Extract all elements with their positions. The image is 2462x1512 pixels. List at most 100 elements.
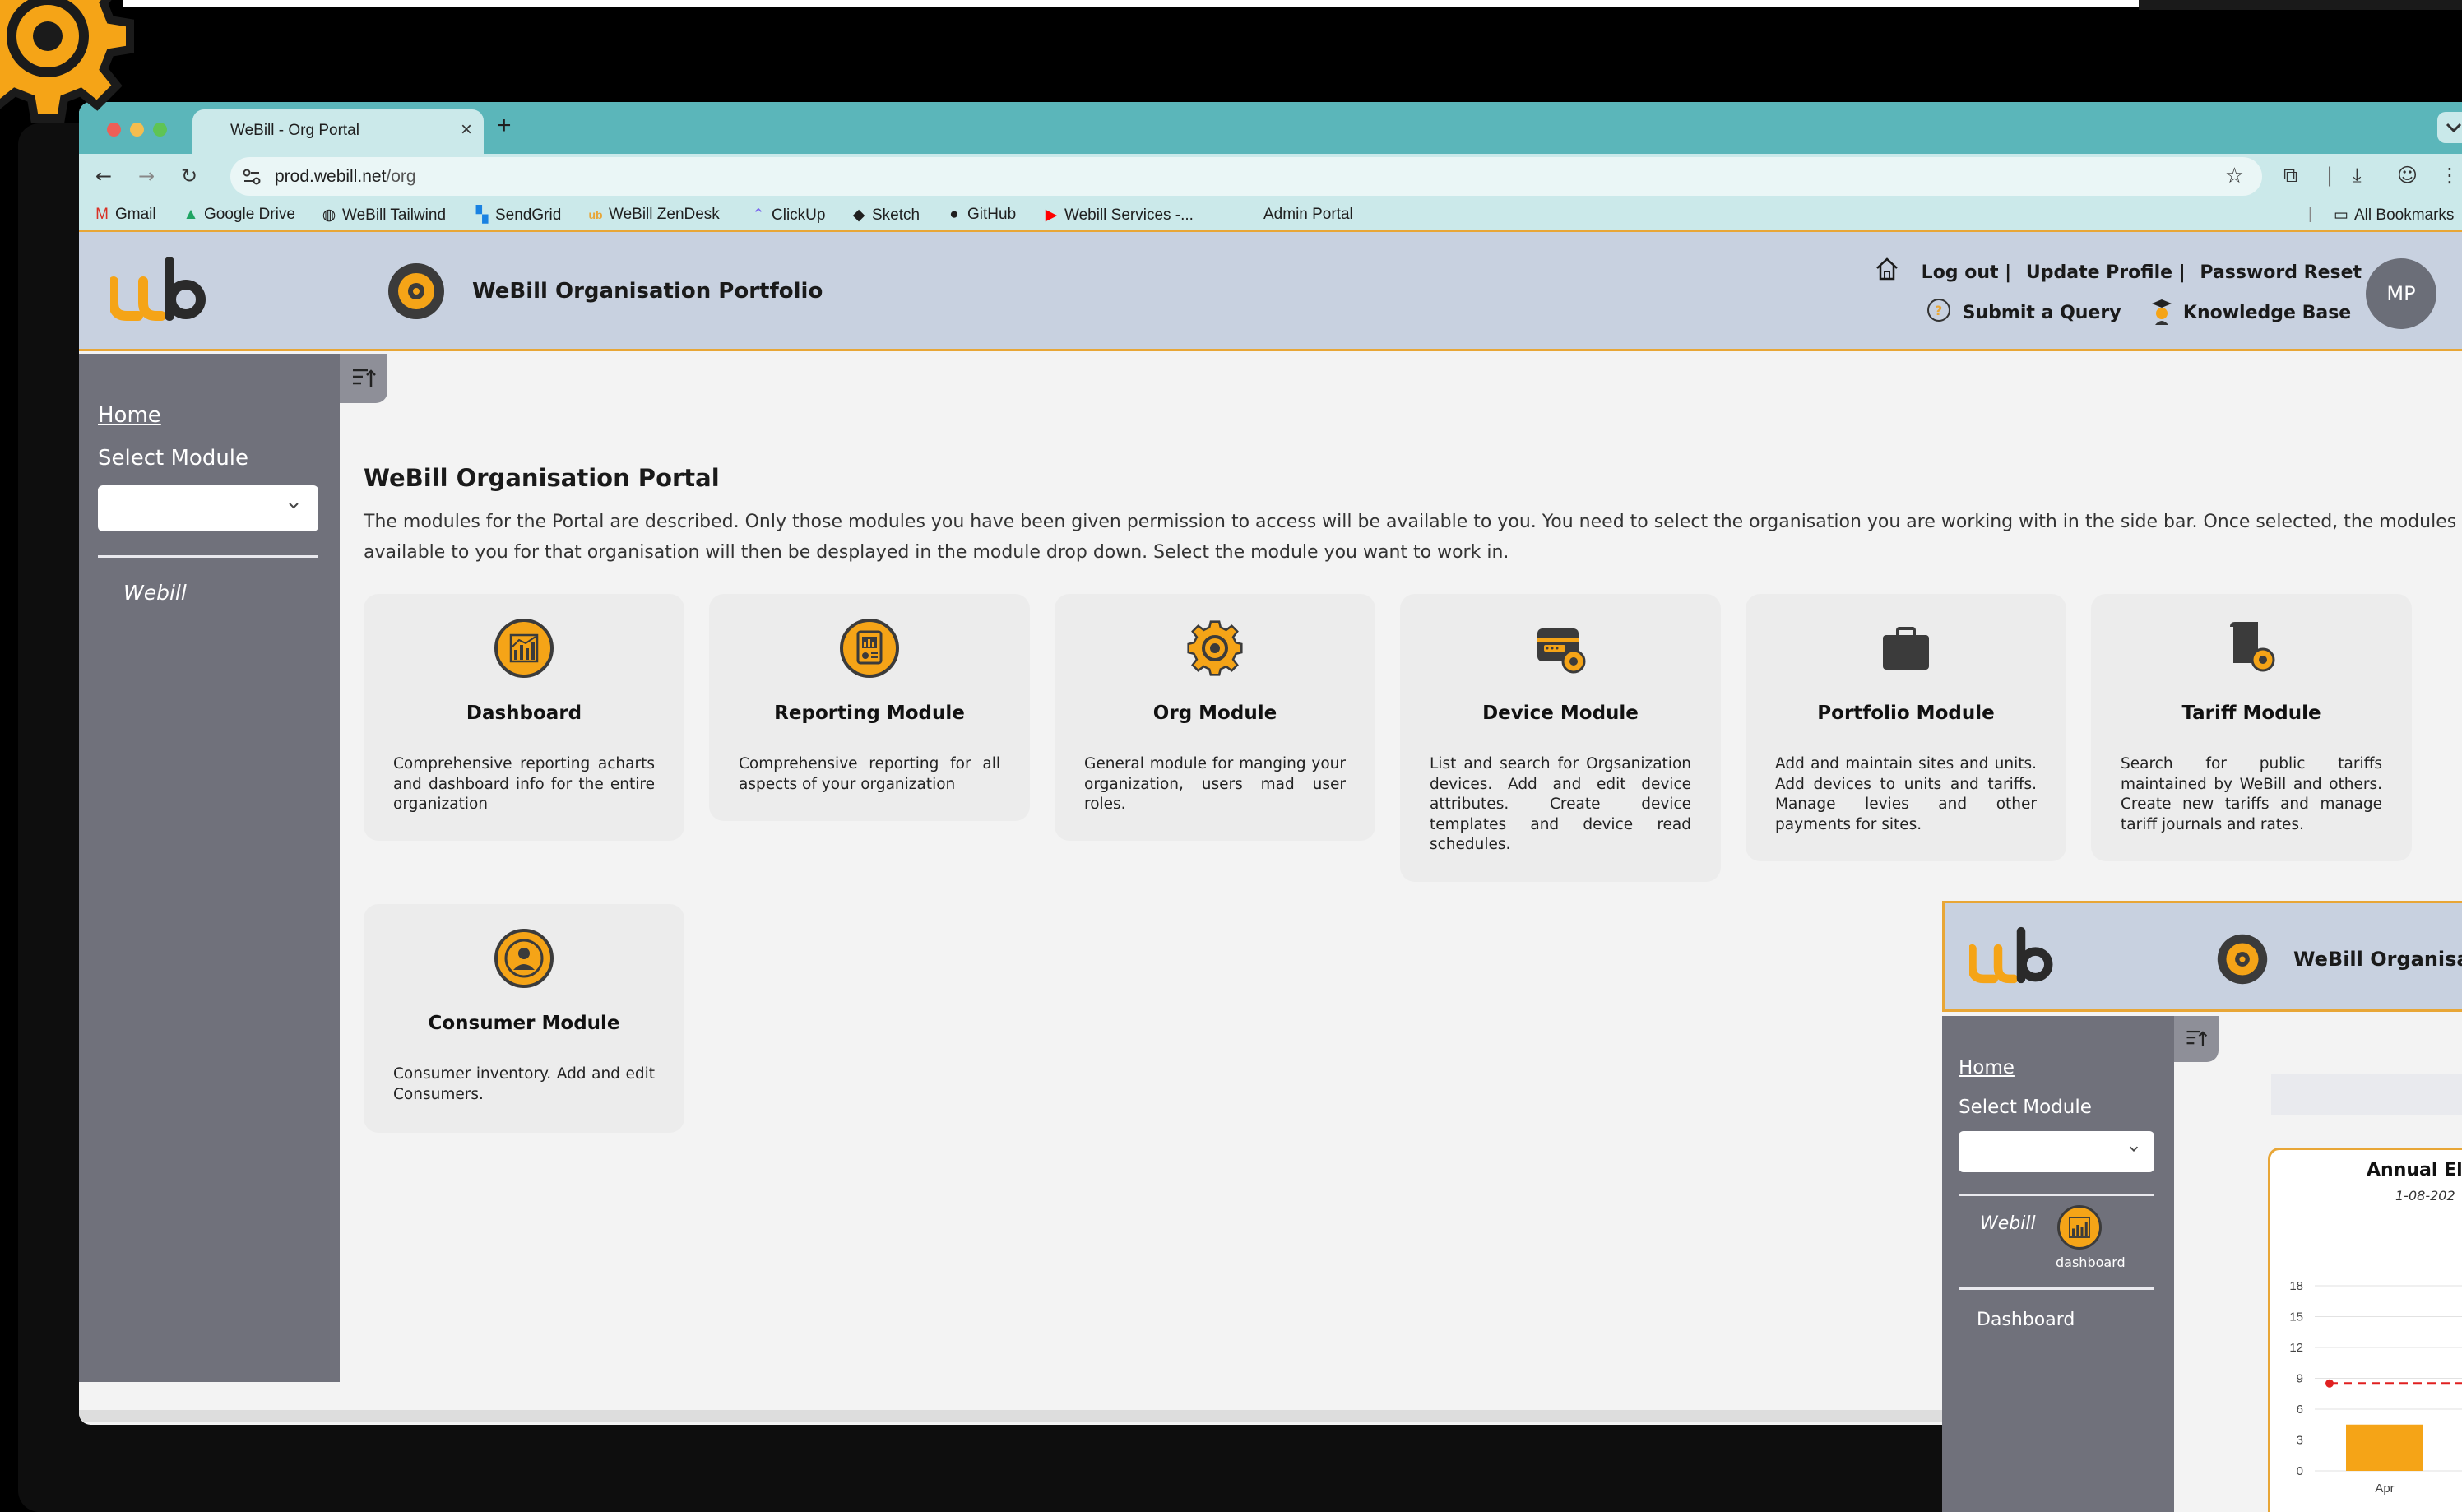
- briefcase-icon: [1883, 627, 1929, 670]
- bookmark-sendgrid[interactable]: ▚ SendGrid: [474, 206, 562, 225]
- browser-toolbar: ← → ↻ prod.webill.net/org ☆ ⧉ | ⤓ ☺ ⋮: [79, 154, 2462, 199]
- webill-logo: [1969, 926, 2053, 984]
- avatar[interactable]: MP: [2366, 258, 2436, 329]
- password-reset-link[interactable]: Password Reset: [2200, 262, 2362, 283]
- module-card-portfolio[interactable]: Portfolio Module Add and maintain sites …: [1746, 594, 2066, 861]
- address-bar[interactable]: prod.webill.net/org ☆: [230, 157, 2262, 196]
- chart-bar: [2346, 1424, 2423, 1471]
- chevron-down-icon: [2129, 1146, 2139, 1152]
- bookmark-github[interactable]: ● GitHub: [946, 206, 1016, 224]
- module-card-tariff[interactable]: Tariff Module Search for public tariffs …: [2091, 594, 2412, 861]
- device-settings-icon: [1537, 628, 1586, 674]
- kebab-menu-icon[interactable]: ⋮: [2440, 164, 2460, 187]
- tab-close-icon[interactable]: ×: [461, 118, 472, 141]
- bookmarks-bar: M Gmail ▲ Google Drive ◍ WeBill Tailwind ▚ S…: [79, 199, 2462, 232]
- tab-bar: WeBill - Org Portal × +: [79, 102, 2462, 154]
- clickup-icon: ⌃: [752, 206, 765, 224]
- bookmark-admin-portal[interactable]: Admin Portal: [1263, 206, 1353, 224]
- bookmarks-divider: |: [2308, 206, 2312, 223]
- module-title: Org Module: [1152, 703, 1277, 724]
- preview-collapse-button[interactable]: [2174, 1016, 2219, 1062]
- query-bubble-icon[interactable]: ?: [1925, 297, 1953, 325]
- zoom-window-button[interactable]: [153, 123, 167, 137]
- youtube-icon: ▶: [1045, 206, 1058, 224]
- dashboard-chart-icon[interactable]: [2057, 1205, 2102, 1250]
- chevron-down-icon: [289, 503, 299, 509]
- bookmark-webill-tailwind[interactable]: ◍ WeBill Tailwind: [321, 206, 446, 225]
- bookmark-webill-services[interactable]: ▶ Webill Services -...: [1043, 206, 1194, 225]
- preview-sidebar-item-webill[interactable]: Webill: [1980, 1213, 2036, 1234]
- graduate-icon[interactable]: [2150, 297, 2173, 325]
- sidebar-item-webill[interactable]: Webill: [123, 581, 187, 605]
- preview-home-link[interactable]: Home: [1959, 1057, 2015, 1078]
- header-links-row2: ? Submit a Query Knowledge Base: [1925, 297, 2351, 325]
- portfolio-gear-icon: [2217, 934, 2268, 985]
- portfolio-gear-icon: [388, 263, 444, 319]
- bookmark-google-drive[interactable]: ▲ Google Drive: [183, 206, 295, 224]
- preview-menu-dashboard[interactable]: Dashboard: [1977, 1310, 2075, 1330]
- download-icon[interactable]: ⤓: [2353, 164, 2362, 187]
- module-select[interactable]: [98, 485, 318, 531]
- forward-arrow-icon[interactable]: →: [138, 165, 155, 188]
- logout-link[interactable]: Log out |: [1922, 262, 2012, 283]
- page-description: The modules for the Portal are described…: [364, 512, 2457, 563]
- tab-search-button[interactable]: [2437, 112, 2462, 143]
- new-tab-button[interactable]: +: [497, 112, 512, 140]
- module-card-dashboard[interactable]: Dashboard Comprehensive reporting achart…: [364, 594, 684, 841]
- update-profile-link[interactable]: Update Profile |: [2026, 262, 2186, 283]
- dashboard-chart-icon: [494, 619, 554, 678]
- submit-query-link[interactable]: Submit a Query: [1963, 303, 2121, 323]
- back-arrow-icon[interactable]: ←: [95, 165, 112, 188]
- bookmark-star-icon[interactable]: ☆: [2225, 164, 2244, 188]
- sidebar-home-link[interactable]: Home: [98, 403, 161, 428]
- report-icon: [840, 619, 899, 678]
- preview-divider: [1959, 1194, 2154, 1196]
- extensions-icon[interactable]: ⧉: [2283, 164, 2297, 187]
- chart-y-tick: 0: [2297, 1464, 2303, 1478]
- module-card-device[interactable]: Device Module List and search for Orgsan…: [1400, 594, 1721, 882]
- chart-y-tick: 18: [2289, 1279, 2303, 1293]
- module-card-reporting[interactable]: Reporting Module Comprehensive reporting…: [709, 594, 1030, 821]
- webill-logo[interactable]: [110, 257, 209, 321]
- bookmark-gmail[interactable]: M Gmail: [94, 206, 156, 224]
- module-description: Add and maintain sites and units. Add de…: [1775, 755, 2037, 833]
- dashboard-preview-overlay: WeBill Organisati Home Select Module Web…: [1942, 901, 2462, 1512]
- site-settings-icon[interactable]: [242, 168, 262, 186]
- preview-chart: 0 3 6 9 12 15 18 Apr: [2289, 1279, 2462, 1496]
- module-description: List and search for Orgsanization device…: [1430, 755, 1691, 853]
- background-strip-dark: [2139, 0, 2462, 10]
- preview-toolbar-strip: [2271, 1074, 2462, 1115]
- google-drive-icon: ▲: [183, 206, 199, 223]
- module-title: Consumer Module: [428, 1013, 620, 1034]
- github-icon: ●: [949, 206, 959, 223]
- profile-icon[interactable]: ☺: [2397, 164, 2418, 187]
- header-links-row1: Log out | Update Profile | Password Rese…: [1874, 257, 2362, 283]
- bookmark-clickup[interactable]: ⌃ ClickUp: [750, 206, 825, 225]
- home-icon[interactable]: [1874, 257, 1900, 281]
- tariff-settings-icon: [2230, 622, 2275, 672]
- chart-y-tick: 12: [2289, 1341, 2303, 1355]
- collapse-sidebar-button[interactable]: [340, 354, 387, 403]
- preview-title: WeBill Organisati: [2293, 948, 2462, 971]
- preview-select-label: Select Module: [1959, 1097, 2092, 1118]
- module-card-org[interactable]: Org Module General module for manging yo…: [1055, 594, 1375, 841]
- preview-module-select[interactable]: [1959, 1131, 2154, 1172]
- module-card-consumer[interactable]: Consumer Module Consumer inventory. Add …: [364, 904, 684, 1133]
- module-title: Dashboard: [466, 703, 582, 724]
- module-description: Search for public tariffs maintained by …: [2121, 755, 2382, 833]
- preview-divider: [1959, 1287, 2154, 1290]
- chart-y-tick: 6: [2297, 1403, 2303, 1417]
- module-description: Comprehensive reporting for all aspects …: [739, 755, 1000, 793]
- preview-sidebar: Home Select Module Webill dashboard Dash…: [1942, 1016, 2174, 1512]
- bookmark-sketch[interactable]: ◆ Sketch: [851, 206, 920, 225]
- module-description: Comprehensive reporting acharts and dash…: [393, 755, 655, 813]
- reload-icon[interactable]: ↻: [181, 165, 197, 188]
- tab-webill-org-portal[interactable]: WeBill - Org Portal ×: [192, 109, 484, 154]
- all-bookmarks-button[interactable]: ▭ All Bookmarks: [2333, 206, 2454, 225]
- tab-title: WeBill - Org Portal: [230, 122, 359, 139]
- sketch-icon: ◆: [852, 206, 865, 224]
- preview-header: WeBill Organisati: [1942, 901, 2462, 1012]
- bookmark-webill-zendesk[interactable]: ub WeBill ZenDesk: [587, 206, 719, 224]
- folder-icon: ▭: [2334, 206, 2348, 224]
- knowledge-base-link[interactable]: Knowledge Base: [2183, 303, 2351, 323]
